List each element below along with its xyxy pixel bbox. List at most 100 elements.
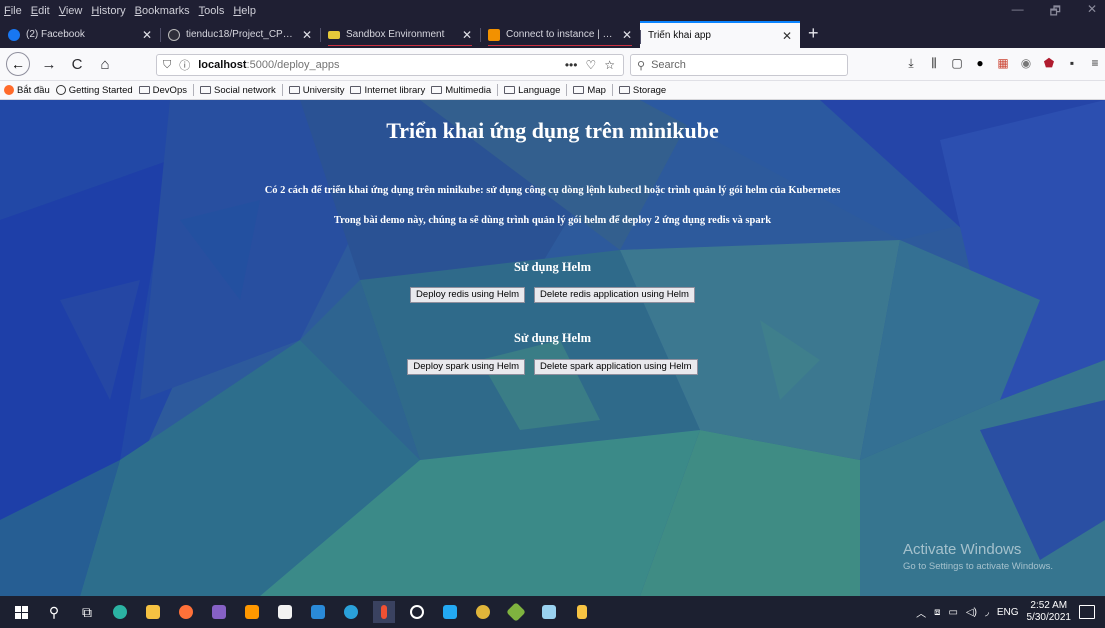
intro-text: Có 2 cách để triển khai ứng dụng trên mi…	[264, 185, 841, 196]
notes-icon[interactable]	[538, 601, 560, 623]
close-tab-icon[interactable]: ✕	[462, 28, 472, 42]
tab-deploy-app[interactable]: Triển khai app ✕	[640, 21, 800, 48]
close-tab-icon[interactable]: ✕	[782, 29, 792, 43]
visual-studio-icon[interactable]	[208, 601, 230, 623]
sublime-icon[interactable]	[241, 601, 263, 623]
taskbar: ⚲ ⧉ ︿ ⧈ ▭ ◁) ◞ ENG 2:52 AM 5/30/2021	[0, 596, 1105, 628]
menu-view[interactable]: View	[59, 5, 83, 17]
close-tab-icon[interactable]: ✕	[142, 28, 152, 42]
ublock-icon[interactable]: ⬟	[1043, 56, 1055, 70]
store-icon[interactable]	[274, 601, 296, 623]
chevron-up-icon[interactable]: ︿	[916, 605, 926, 620]
bookmark-storage[interactable]: Storage	[618, 85, 666, 96]
home-button[interactable]: ⌂	[96, 56, 114, 73]
tab-title: (2) Facebook	[26, 29, 85, 40]
url-host: localhost	[198, 59, 247, 71]
menu-icon[interactable]: ≡	[1089, 56, 1101, 70]
info-icon[interactable]: ⓘ	[179, 57, 190, 73]
github-desktop-icon[interactable]	[406, 601, 428, 623]
tab-github[interactable]: tienduc18/Project_CP_Kuberne ✕	[160, 21, 320, 48]
clock-date: 5/30/2021	[1026, 612, 1072, 623]
url-bar[interactable]: ⛉ ⓘ localhost :5000/deploy_apps ••• ♡ ☆	[156, 54, 624, 76]
close-window-button[interactable]: ✕	[1087, 2, 1097, 23]
chrome-icon[interactable]	[472, 601, 494, 623]
bookmark-internet-library[interactable]: Internet library	[350, 85, 425, 96]
extension-color-icon[interactable]: ▦	[997, 56, 1009, 70]
back-button[interactable]: ←	[6, 52, 30, 76]
language-indicator[interactable]: ENG	[997, 607, 1019, 618]
extension-grid-icon[interactable]: ▪	[1066, 56, 1078, 70]
clock[interactable]: 2:52 AM 5/30/2021	[1027, 600, 1072, 624]
deploy-redis-button[interactable]: Deploy redis using Helm	[410, 287, 526, 303]
bookmark-star-icon[interactable]: ☆	[604, 58, 615, 72]
bookmark-label: Social network	[213, 84, 276, 96]
menu-edit[interactable]: Edit	[31, 5, 50, 17]
mail-icon[interactable]	[307, 601, 329, 623]
watermark-title: Activate Windows	[903, 541, 1022, 558]
git-icon[interactable]	[373, 601, 395, 623]
sourcetree-icon[interactable]	[505, 601, 527, 623]
extension-dark-icon[interactable]: ●	[974, 56, 986, 70]
folder-icon	[573, 86, 585, 94]
delete-spark-button[interactable]: Delete spark application using Helm	[534, 359, 698, 375]
bookmark-separator	[566, 84, 568, 96]
minimize-button[interactable]: —	[1012, 2, 1024, 23]
search-input[interactable]: ⚲ Search	[630, 54, 848, 76]
pocket-icon[interactable]: ♡	[585, 58, 596, 72]
edge-icon[interactable]	[109, 601, 131, 623]
task-view-icon[interactable]: ⧉	[76, 601, 98, 623]
bookmark-devops[interactable]: DevOps	[138, 84, 187, 96]
menu-file[interactable]: File	[4, 5, 22, 17]
reload-button[interactable]: C	[68, 56, 86, 73]
deploy-spark-button[interactable]: Deploy spark using Helm	[407, 359, 526, 375]
firefox-icon[interactable]	[175, 601, 197, 623]
download-icon[interactable]: ⤓	[905, 56, 917, 70]
bookmark-getting-started[interactable]: Getting Started	[55, 85, 133, 96]
wifi-icon[interactable]: ◞	[985, 607, 989, 618]
menu-history[interactable]: History	[91, 5, 125, 17]
tab-facebook[interactable]: (2) Facebook ✕	[0, 21, 160, 48]
bookmark-label: Internet library	[364, 84, 426, 96]
notification-icon[interactable]	[1079, 605, 1095, 619]
sidebar-icon[interactable]: ▢	[951, 56, 963, 70]
extension-ghost-icon[interactable]: ◉	[1020, 56, 1032, 70]
watermark-subtitle: Go to Settings to activate Windows.	[903, 561, 1053, 572]
telegram-icon[interactable]	[340, 601, 362, 623]
nav-toolbar: ← → C ⌂ ⛉ ⓘ localhost :5000/deploy_apps …	[0, 48, 1105, 81]
vscode-icon[interactable]	[439, 601, 461, 623]
bookmark-map[interactable]: Map	[573, 85, 606, 96]
search-placeholder: Search	[651, 59, 686, 71]
menu-tools[interactable]: Tools	[199, 5, 225, 17]
tab-ec2[interactable]: Connect to instance | EC2 Man ✕	[480, 21, 640, 48]
bookmark-university[interactable]: University	[288, 85, 344, 96]
folder-icon	[199, 86, 211, 94]
bookmark-multimedia[interactable]: Multimedia	[431, 85, 491, 96]
close-tab-icon[interactable]: ✕	[622, 28, 632, 42]
bookmark-bat-dau[interactable]: Bắt đầu	[4, 85, 50, 96]
network-icon[interactable]: ⧈	[934, 607, 940, 618]
menu-bookmarks[interactable]: Bookmarks	[135, 5, 190, 17]
maximize-button[interactable]: 🗗	[1050, 2, 1061, 23]
forward-button[interactable]: →	[40, 56, 58, 73]
tab-sandbox[interactable]: Sandbox Environment ✕	[320, 21, 480, 48]
menu-help[interactable]: Help	[233, 5, 256, 17]
tab-title: Triển khai app	[648, 30, 711, 41]
battery-icon[interactable]: ▭	[948, 607, 957, 618]
spark-button-row: Deploy spark using Helm Delete spark app…	[0, 359, 1105, 375]
close-tab-icon[interactable]: ✕	[302, 28, 312, 42]
aws-icon	[488, 28, 500, 41]
network-app-icon[interactable]	[571, 601, 593, 623]
bookmark-language[interactable]: Language	[504, 85, 560, 96]
folder-icon	[431, 86, 443, 94]
windows-start-icon[interactable]	[10, 601, 32, 623]
system-tray: ︿ ⧈ ▭ ◁) ◞ ENG 2:52 AM 5/30/2021	[916, 596, 1105, 628]
delete-redis-button[interactable]: Delete redis application using Helm	[534, 287, 695, 303]
search-icon[interactable]: ⚲	[43, 601, 65, 623]
bookmark-label: DevOps	[152, 84, 187, 96]
volume-icon[interactable]: ◁)	[966, 607, 977, 618]
file-explorer-icon[interactable]	[142, 601, 164, 623]
library-icon[interactable]: ⫼	[928, 56, 940, 70]
bookmark-social-network[interactable]: Social network	[199, 84, 276, 96]
new-tab-button[interactable]: +	[800, 23, 827, 48]
page-actions-icon[interactable]: •••	[565, 58, 578, 72]
